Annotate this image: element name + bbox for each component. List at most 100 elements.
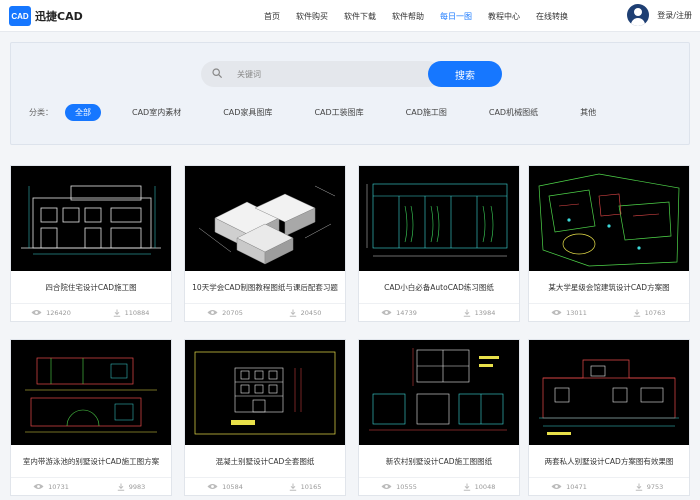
nav-item-purchase[interactable]: 软件购买 <box>296 11 328 22</box>
downloads-stat: 110884 <box>91 309 171 317</box>
category-construction-drawings[interactable]: CAD施工图 <box>406 107 447 118</box>
category-label: 分类： <box>29 107 53 117</box>
card-title[interactable]: 10天学会CAD制图教程图纸与课后配套习题 <box>185 271 345 303</box>
logo[interactable]: CAD 迅捷CAD <box>9 6 83 26</box>
downloads-stat: 10763 <box>609 309 689 317</box>
eye-icon <box>381 484 392 489</box>
main-nav: 首页 软件购买 软件下载 软件帮助 每日一图 教程中心 在线转换 <box>264 0 584 32</box>
card-stats: 14739 13984 <box>359 303 519 321</box>
nav-item-help[interactable]: 软件帮助 <box>392 11 424 22</box>
drawing-thumbnail[interactable] <box>359 166 519 271</box>
card-title[interactable]: 混凝土别墅设计CAD全套图纸 <box>185 445 345 477</box>
download-icon <box>635 483 642 491</box>
views-stat: 14739 <box>359 309 439 317</box>
views-count: 10731 <box>48 482 69 491</box>
views-count: 126420 <box>46 308 71 317</box>
drawing-card[interactable]: 新农村别墅设计CAD施工图图纸 10555 10048 <box>358 339 520 496</box>
downloads-stat: 10048 <box>439 483 519 491</box>
nav-item-daily-drawing[interactable]: 每日一图 <box>440 11 472 22</box>
views-stat: 10555 <box>359 483 439 491</box>
nav-item-download[interactable]: 软件下载 <box>344 11 376 22</box>
download-icon <box>633 309 640 317</box>
category-all[interactable]: 全部 <box>65 103 101 121</box>
card-stats: 10584 10165 <box>185 477 345 495</box>
drawing-card[interactable]: 两套私人别墅设计CAD方案图有效果图 10471 9753 <box>528 339 690 496</box>
card-stats: 10731 9983 <box>11 477 171 495</box>
search-icon <box>212 68 222 78</box>
download-icon <box>289 483 296 491</box>
drawing-card[interactable]: 室内带游泳池的别墅设计CAD施工图方案 10731 9983 <box>10 339 172 496</box>
views-stat: 10471 <box>529 483 609 491</box>
views-count: 10584 <box>222 482 243 491</box>
drawing-thumbnail[interactable] <box>11 166 171 271</box>
card-title[interactable]: 室内带游泳池的别墅设计CAD施工图方案 <box>11 445 171 477</box>
logo-mark: CAD <box>9 6 31 26</box>
eye-icon <box>31 310 42 315</box>
drawing-card[interactable]: 混凝土别墅设计CAD全套图纸 10584 10165 <box>184 339 346 496</box>
download-icon <box>463 483 470 491</box>
views-count: 14739 <box>396 308 417 317</box>
brand-name: 迅捷CAD <box>35 10 83 23</box>
drawing-thumbnail[interactable] <box>185 340 345 445</box>
downloads-count: 10763 <box>644 308 666 317</box>
drawing-thumbnail[interactable] <box>529 340 689 445</box>
search-button[interactable]: 搜索 <box>428 61 502 87</box>
user-area: 登录/注册 <box>627 4 692 26</box>
views-stat: 13011 <box>529 309 609 317</box>
card-title[interactable]: 新农村别墅设计CAD施工图图纸 <box>359 445 519 477</box>
downloads-stat: 10165 <box>265 483 345 491</box>
views-count: 13011 <box>566 308 587 317</box>
card-title[interactable]: 两套私人别墅设计CAD方案图有效果图 <box>529 445 689 477</box>
card-stats: 20705 20450 <box>185 303 345 321</box>
download-icon <box>463 309 470 317</box>
card-stats: 10471 9753 <box>529 477 689 495</box>
downloads-count: 10165 <box>300 482 322 491</box>
views-stat: 10731 <box>11 483 91 491</box>
drawing-card[interactable]: 四合院住宅设计CAD施工图 126420 110884 <box>10 165 172 322</box>
category-filter: 分类： 全部 CAD室内素材 CAD家具图库 CAD工装图库 CAD施工图 CA… <box>29 103 596 121</box>
category-interior-materials[interactable]: CAD室内素材 <box>132 107 181 118</box>
drawing-card[interactable]: 10天学会CAD制图教程图纸与课后配套习题 20705 20450 <box>184 165 346 322</box>
search-panel: 搜索 分类： 全部 CAD室内素材 CAD家具图库 CAD工装图库 CAD施工图… <box>10 42 690 145</box>
views-count: 20705 <box>222 308 243 317</box>
card-title[interactable]: 某大学星级会馆建筑设计CAD方案图 <box>529 271 689 303</box>
drawing-thumbnail[interactable] <box>529 166 689 271</box>
downloads-stat: 9753 <box>609 483 689 491</box>
drawing-card[interactable]: CAD小白必备AutoCAD练习图纸 14739 13984 <box>358 165 520 322</box>
nav-item-tutorials[interactable]: 教程中心 <box>488 11 520 22</box>
views-stat: 10584 <box>185 483 265 491</box>
card-stats: 10555 10048 <box>359 477 519 495</box>
drawing-thumbnail[interactable] <box>11 340 171 445</box>
category-furniture-library[interactable]: CAD家具图库 <box>223 107 272 118</box>
category-tooling-library[interactable]: CAD工装图库 <box>314 107 363 118</box>
card-stats: 126420 110884 <box>11 303 171 321</box>
card-title[interactable]: 四合院住宅设计CAD施工图 <box>11 271 171 303</box>
drawing-thumbnail[interactable] <box>359 340 519 445</box>
drawing-thumbnail[interactable] <box>185 166 345 271</box>
avatar[interactable] <box>627 4 650 26</box>
category-other[interactable]: 其他 <box>580 107 596 118</box>
drawing-card[interactable]: 某大学星级会馆建筑设计CAD方案图 13011 10763 <box>528 165 690 322</box>
downloads-stat: 9983 <box>91 483 171 491</box>
eye-icon <box>381 310 392 315</box>
nav-item-home[interactable]: 首页 <box>264 11 280 22</box>
downloads-count: 10048 <box>474 482 496 491</box>
views-stat: 20705 <box>185 309 265 317</box>
card-title[interactable]: CAD小白必备AutoCAD练习图纸 <box>359 271 519 303</box>
eye-icon <box>207 484 218 489</box>
eye-icon <box>551 310 562 315</box>
nav-item-online-convert[interactable]: 在线转换 <box>536 11 568 22</box>
category-mechanical-drawings[interactable]: CAD机械图纸 <box>489 107 538 118</box>
download-icon <box>289 309 296 317</box>
eye-icon <box>207 310 218 315</box>
download-icon <box>117 483 124 491</box>
downloads-count: 9753 <box>646 482 664 491</box>
views-stat: 126420 <box>11 309 91 317</box>
views-count: 10555 <box>396 482 417 491</box>
card-stats: 13011 10763 <box>529 303 689 321</box>
login-register-link[interactable]: 登录/注册 <box>657 10 692 21</box>
download-icon <box>113 309 120 317</box>
search-input[interactable] <box>237 65 417 83</box>
downloads-stat: 13984 <box>439 309 519 317</box>
downloads-count: 9983 <box>128 482 146 491</box>
